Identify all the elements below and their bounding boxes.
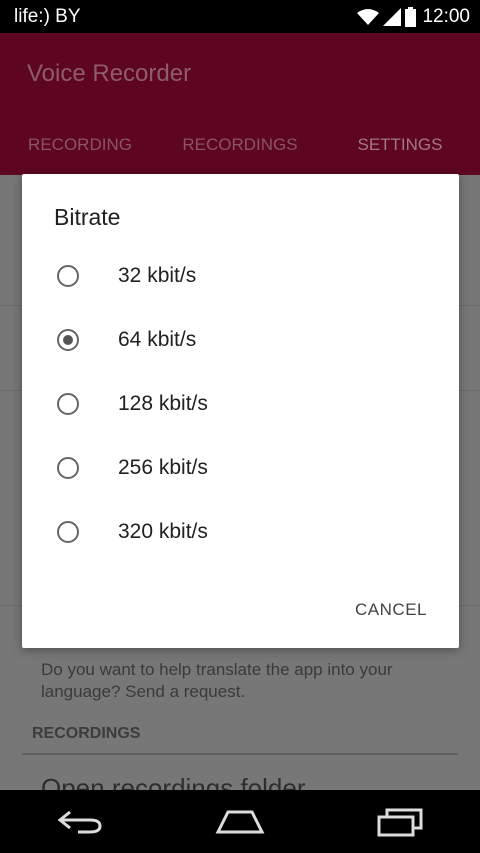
recents-icon — [377, 808, 423, 836]
app-title: Voice Recorder — [27, 60, 192, 87]
home-button[interactable] — [200, 797, 280, 847]
radio-button[interactable] — [57, 521, 79, 543]
status-right: 12:00 — [357, 6, 470, 28]
back-icon — [57, 810, 102, 833]
clock: 12:00 — [422, 5, 470, 27]
navigation-bar — [0, 790, 480, 853]
recents-button[interactable] — [360, 797, 440, 847]
tab-settings[interactable]: SETTINGS — [320, 125, 480, 175]
radio-button[interactable] — [57, 393, 79, 415]
signal-icon — [383, 7, 402, 26]
option-label: 320 kbit/s — [118, 520, 208, 543]
home-icon — [215, 810, 265, 833]
radio-button[interactable] — [57, 457, 79, 479]
bitrate-option-320[interactable]: 320 kbit/s — [22, 504, 459, 560]
dialog-title: Bitrate — [54, 204, 121, 230]
option-label: 32 kbit/s — [118, 264, 197, 287]
battery-icon — [405, 6, 417, 27]
status-icons — [357, 6, 417, 27]
bitrate-option-256[interactable]: 256 kbit/s — [22, 440, 459, 496]
option-label: 256 kbit/s — [118, 456, 208, 479]
tab-bar: RECORDING RECORDINGS SETTINGS — [0, 125, 480, 175]
status-bar: life:) BY 12:00 — [0, 0, 480, 33]
bitrate-dialog: Bitrate 32 kbit/s 64 kbit/s 128 kbit/s 2… — [22, 174, 459, 648]
translate-description: Do you want to help translate the app in… — [41, 660, 393, 701]
option-label: 128 kbit/s — [118, 392, 208, 415]
tab-recording[interactable]: RECORDING — [0, 125, 160, 175]
back-button[interactable] — [40, 797, 120, 847]
section-header-recordings: RECORDINGS — [32, 725, 141, 742]
section-divider — [22, 753, 458, 755]
bitrate-option-32[interactable]: 32 kbit/s — [22, 248, 459, 304]
app-bar: Voice Recorder RECORDING RECORDINGS SETT… — [0, 33, 480, 175]
carrier-label: life:) BY — [14, 5, 81, 27]
radio-button-checked[interactable] — [57, 329, 79, 351]
radio-button[interactable] — [57, 265, 79, 287]
bitrate-option-128[interactable]: 128 kbit/s — [22, 376, 459, 432]
bitrate-option-64[interactable]: 64 kbit/s — [22, 312, 459, 368]
wifi-icon — [357, 8, 380, 25]
cancel-button[interactable]: CANCEL — [355, 600, 427, 620]
option-label: 64 kbit/s — [118, 328, 197, 351]
tab-recordings[interactable]: RECORDINGS — [160, 125, 320, 175]
